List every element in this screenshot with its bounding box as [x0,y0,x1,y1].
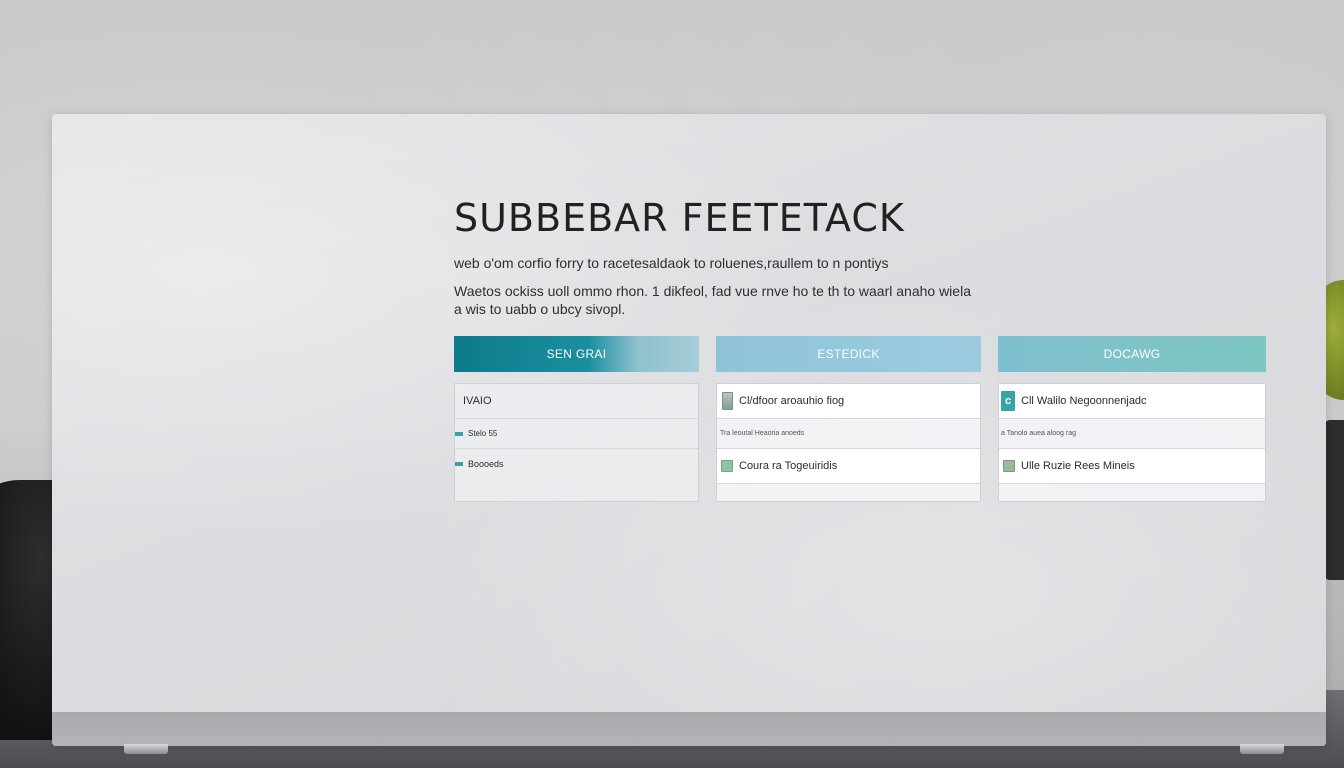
list-item-label: Cll Walilo Negoonnenjadc [1021,395,1147,407]
list-item[interactable]: a Tanolo auea aloog rag [999,419,1265,449]
list-item-label: Tra leoutal Heaoria anoeds [720,430,805,437]
list-item[interactable]: Cl/dfoor aroauhio fiog [717,384,980,419]
list-item-label: Stelo 55 [468,429,498,438]
list-item[interactable]: c Cll Walilo Negoonnenjadc [999,384,1265,419]
document-icon [722,392,733,410]
list-item[interactable]: Boooeds [455,449,698,479]
column-1-header-button[interactable]: SEN GRAI [454,336,699,372]
list-item-label: Cl/dfoor aroauhio fiog [739,395,845,407]
list-item[interactable]: Ulle Ruzie Rees Mineis [999,449,1265,484]
list-item-label: Coura ra Togeuiridis [739,460,838,472]
column-3: DOCAWG c Cll Walilo Negoonnenjadc a Tano… [998,336,1266,502]
list-item-label: a Tanolo auea aloog rag [1001,430,1076,437]
background-object-right [1324,420,1344,580]
columns-container: SEN GRAI IVAIO Stelo 55 Boooeds ESTEDICK [454,336,1266,506]
list-item-label: Boooeds [468,459,504,469]
page-description: Waetos ockiss uoll ommo rhon. 1 dikfeol,… [454,283,971,317]
page-title: SUBBEBAR FEETETACK [454,196,905,240]
column-3-header-button[interactable]: DOCAWG [998,336,1266,372]
column-2-list: Cl/dfoor aroauhio fiog Tra leoutal Heaor… [716,383,981,502]
column-2-header-button[interactable]: ESTEDICK [716,336,981,372]
green-square-icon [1003,460,1015,472]
list-item[interactable]: IVAIO [455,384,698,419]
list-item-label: IVAIO [463,395,492,407]
column-1: SEN GRAI IVAIO Stelo 55 Boooeds [454,336,699,502]
teal-marker-icon [455,431,463,436]
page-subtitle: web o'om corfio forry to racetesaldaok t… [454,255,889,271]
header-section: SUBBEBAR FEETETACK web o'om corfio forry… [454,196,1274,318]
list-item[interactable]: Coura ra Togeuiridis [717,449,980,484]
column-2: ESTEDICK Cl/dfoor aroauhio fiog Tra leou… [716,336,981,502]
column-1-list: IVAIO Stelo 55 Boooeds [454,383,699,502]
list-item[interactable]: Stelo 55 [455,419,698,449]
link-icon: c [1001,391,1015,411]
stand-foot-right [1240,744,1284,754]
stand-foot-left [124,744,168,754]
column-3-list: c Cll Walilo Negoonnenjadc a Tanolo auea… [998,383,1266,502]
display-panel: SUBBEBAR FEETETACK web o'om corfio forry… [52,114,1326,746]
list-item-label: Ulle Ruzie Rees Mineis [1021,460,1135,472]
list-item[interactable]: Tra leoutal Heaoria anoeds [717,419,980,449]
teal-marker-icon [455,462,463,466]
green-square-icon [721,460,733,472]
panel-bottom-bezel [52,712,1326,746]
